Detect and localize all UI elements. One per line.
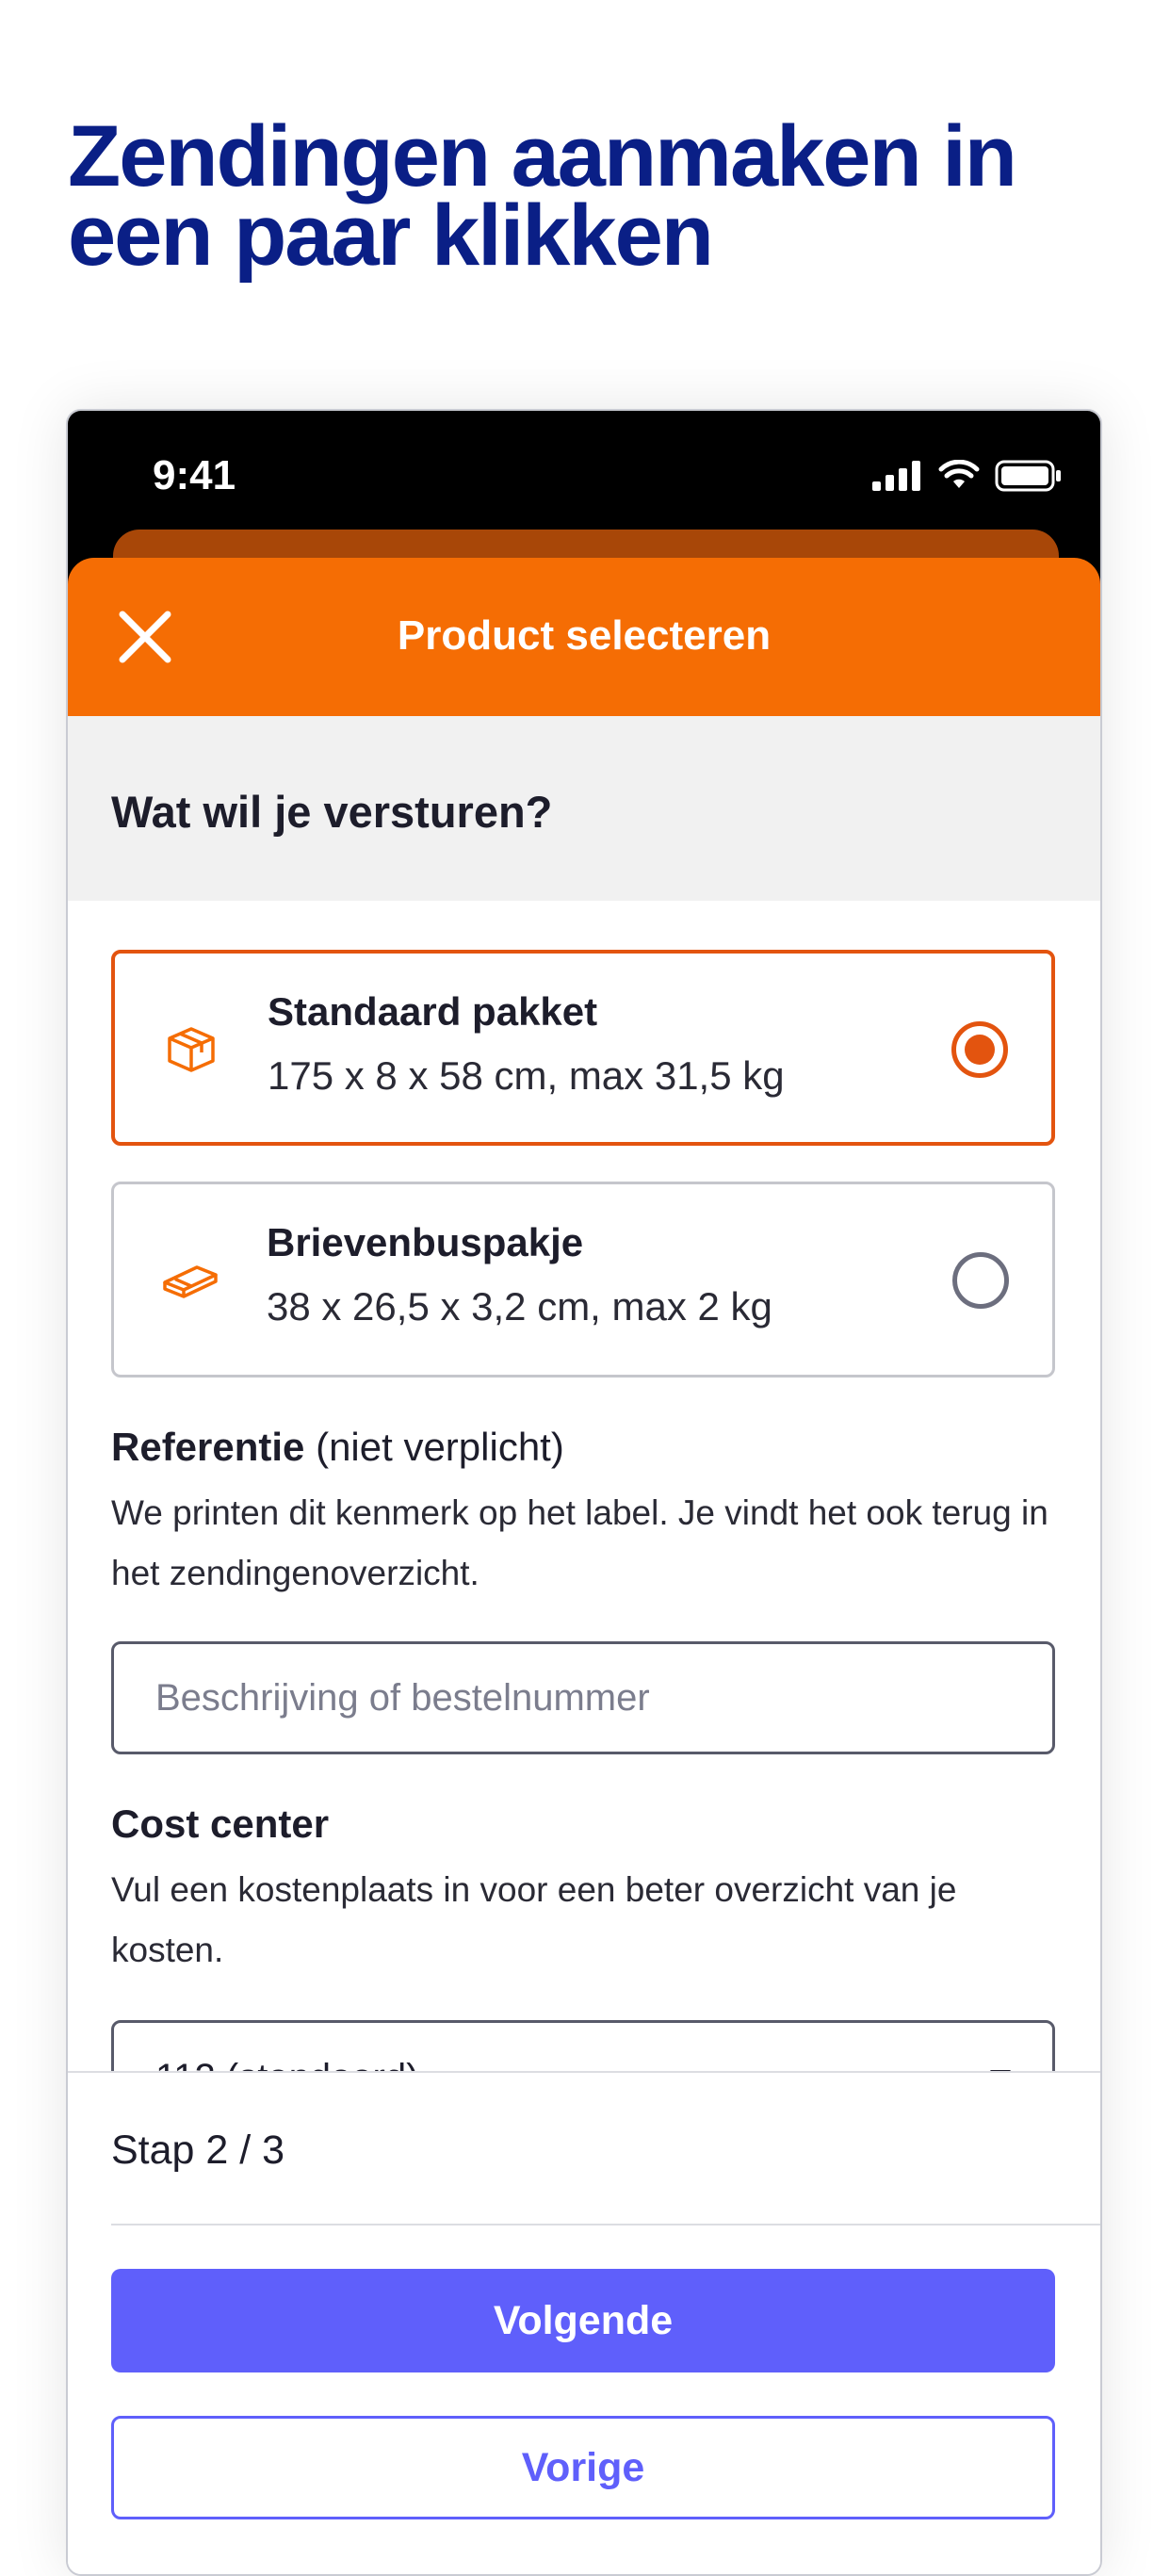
option-title: Standaard pakket bbox=[268, 989, 598, 1034]
battery-icon bbox=[995, 460, 1061, 492]
box-icon bbox=[168, 1027, 215, 1072]
question-heading: Wat wil je versturen? bbox=[111, 787, 553, 837]
cost-center-help-text: Vul een kostenplaats in voor een beter o… bbox=[111, 1870, 957, 1969]
sheet-header: Product selecteren bbox=[68, 558, 1100, 716]
mailbox-parcel-icon bbox=[163, 1265, 218, 1298]
option-standaard-pakket[interactable]: Standaard pakket 175 x 8 x 58 cm, max 31… bbox=[111, 950, 1055, 1146]
reference-label: Referentie (niet verplicht) bbox=[111, 1425, 564, 1470]
status-time: 9:41 bbox=[153, 452, 236, 498]
option-title: Brievenbuspakje bbox=[267, 1220, 584, 1264]
promo-title-line-2: een paar klikken bbox=[68, 187, 714, 284]
option-dimensions: 38 x 26,5 x 3,2 cm, max 2 kg bbox=[267, 1284, 772, 1329]
wifi-icon bbox=[938, 460, 980, 488]
reference-help-text: We printen dit kenmerk op het label. Je … bbox=[111, 1493, 1048, 1592]
radio-unselected[interactable] bbox=[952, 1252, 1009, 1309]
reference-label-text: Referentie bbox=[111, 1425, 305, 1469]
previous-button[interactable]: Vorige bbox=[111, 2416, 1055, 2519]
sheet-footer: Stap 2 / 3 Volgende Vorige bbox=[68, 2071, 1100, 2574]
radio-selected[interactable] bbox=[951, 1021, 1008, 1078]
next-button[interactable]: Volgende bbox=[111, 2269, 1055, 2372]
signal-icon bbox=[872, 461, 920, 491]
footer-divider bbox=[111, 2224, 1100, 2225]
phone-frame: 9:41 Product selecteren Wat wil je verst… bbox=[66, 409, 1102, 2576]
cost-center-label: Cost center bbox=[111, 1802, 330, 1846]
question-section: Wat wil je versturen? bbox=[68, 716, 1100, 901]
step-indicator: Stap 2 / 3 bbox=[111, 2128, 285, 2173]
promo-title: Zendingen aanmaken in een paar klikken bbox=[68, 113, 1104, 279]
reference-input[interactable] bbox=[111, 1641, 1055, 1754]
reference-optional-text: (niet verplicht) bbox=[316, 1425, 564, 1469]
status-icons bbox=[872, 460, 1063, 492]
header-title: Product selecteren bbox=[397, 612, 772, 659]
option-brievenbuspakje[interactable]: Brievenbuspakje 38 x 26,5 x 3,2 cm, max … bbox=[111, 1182, 1055, 1378]
option-dimensions: 175 x 8 x 58 cm, max 31,5 kg bbox=[268, 1053, 785, 1098]
